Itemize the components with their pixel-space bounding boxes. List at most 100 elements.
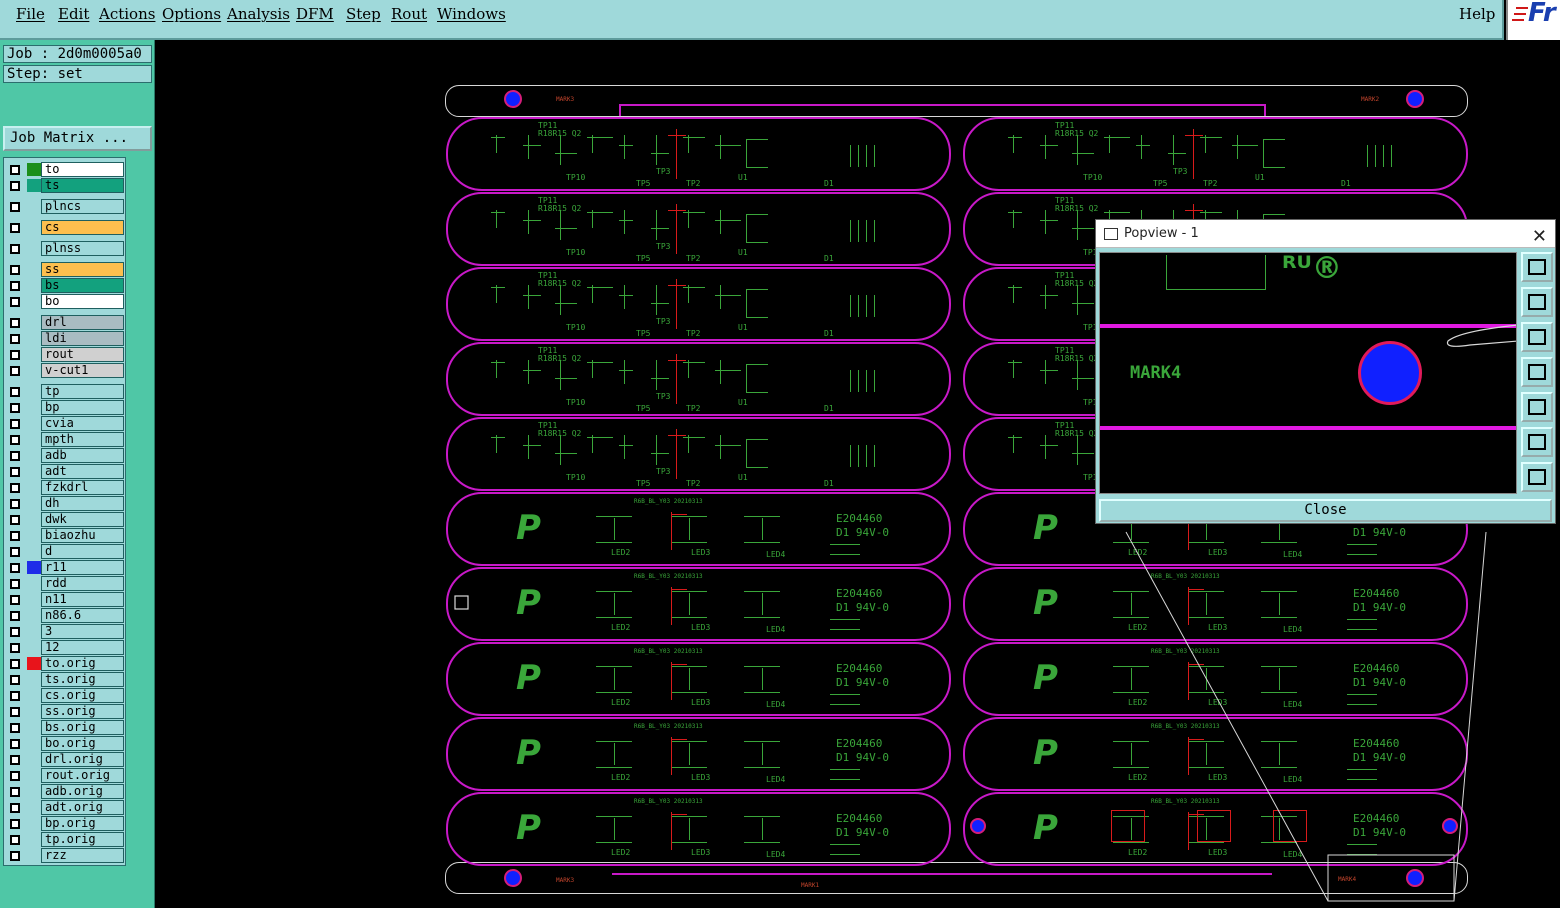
layer-row-bo-orig[interactable]: bo.orig bbox=[4, 736, 127, 751]
menu-help[interactable]: Help bbox=[1459, 5, 1495, 23]
layer-checkbox[interactable] bbox=[10, 595, 20, 605]
layer-row-ss-orig[interactable]: ss.orig bbox=[4, 704, 127, 719]
layer-row-plncs[interactable]: plncs bbox=[4, 199, 127, 214]
layer-row-to-orig[interactable]: to.orig bbox=[4, 656, 127, 671]
layer-name[interactable]: bs bbox=[41, 278, 124, 293]
layer-name[interactable]: adt.orig bbox=[41, 800, 124, 815]
layer-name[interactable]: 12 bbox=[41, 640, 124, 655]
layer-checkbox[interactable] bbox=[10, 165, 20, 175]
layer-checkbox[interactable] bbox=[10, 531, 20, 541]
menu-options[interactable]: Options bbox=[162, 5, 221, 23]
layer-checkbox[interactable] bbox=[10, 547, 20, 557]
layer-name[interactable]: n11 bbox=[41, 592, 124, 607]
layer-checkbox[interactable] bbox=[10, 563, 20, 573]
layer-row-cs[interactable]: cs bbox=[4, 220, 127, 235]
layer-name[interactable]: rzz bbox=[41, 848, 124, 863]
layer-row-rout-orig[interactable]: rout.orig bbox=[4, 768, 127, 783]
layer-row-rdd[interactable]: rdd bbox=[4, 576, 127, 591]
layer-name[interactable]: plnss bbox=[41, 241, 124, 256]
layer-name[interactable]: ss.orig bbox=[41, 704, 124, 719]
layer-checkbox[interactable] bbox=[10, 297, 20, 307]
layer-row-dh[interactable]: dh bbox=[4, 496, 127, 511]
layer-name[interactable]: bp.orig bbox=[41, 816, 124, 831]
layer-checkbox[interactable] bbox=[10, 739, 20, 749]
layer-checkbox[interactable] bbox=[10, 366, 20, 376]
layer-name[interactable]: bp bbox=[41, 400, 124, 415]
layer-row-ss[interactable]: ss bbox=[4, 262, 127, 277]
layer-row-ldi[interactable]: ldi bbox=[4, 331, 127, 346]
layer-name[interactable]: d bbox=[41, 544, 124, 559]
zoom-out-button[interactable] bbox=[1521, 462, 1553, 492]
layer-row-fzkdrl[interactable]: fzkdrl bbox=[4, 480, 127, 495]
layer-name[interactable]: v-cut1 bbox=[41, 363, 124, 378]
layer-name[interactable]: to bbox=[41, 162, 124, 177]
layer-name[interactable]: cs.orig bbox=[41, 688, 124, 703]
close-button[interactable]: Close bbox=[1099, 499, 1552, 522]
layer-row-12[interactable]: 12 bbox=[4, 640, 127, 655]
layer-name[interactable]: ldi bbox=[41, 331, 124, 346]
zoom-in-button[interactable] bbox=[1521, 427, 1553, 457]
menu-step[interactable]: Step bbox=[346, 5, 381, 23]
layer-row-n11[interactable]: n11 bbox=[4, 592, 127, 607]
layer-checkbox[interactable] bbox=[10, 244, 20, 254]
layer-checkbox[interactable] bbox=[10, 499, 20, 509]
layer-row-tp[interactable]: tp bbox=[4, 384, 127, 399]
layer-name[interactable]: adb.orig bbox=[41, 784, 124, 799]
layer-row-rout[interactable]: rout bbox=[4, 347, 127, 362]
layer-row-drl[interactable]: drl bbox=[4, 315, 127, 330]
layer-checkbox[interactable] bbox=[10, 707, 20, 717]
layer-row-to[interactable]: to bbox=[4, 162, 127, 177]
layer-checkbox[interactable] bbox=[10, 579, 20, 589]
layer-checkbox[interactable] bbox=[10, 281, 20, 291]
job-matrix-button[interactable]: Job Matrix ... bbox=[3, 126, 152, 151]
layer-row-bp-orig[interactable]: bp.orig bbox=[4, 816, 127, 831]
layer-name[interactable]: cs bbox=[41, 220, 124, 235]
layer-checkbox[interactable] bbox=[10, 483, 20, 493]
layer-name[interactable]: bo.orig bbox=[41, 736, 124, 751]
layer-name[interactable]: fzkdrl bbox=[41, 480, 124, 495]
layer-row-adb[interactable]: adb bbox=[4, 448, 127, 463]
layer-checkbox[interactable] bbox=[10, 851, 20, 861]
layer-name[interactable]: adt bbox=[41, 464, 124, 479]
menu-analysis[interactable]: Analysis bbox=[227, 5, 290, 23]
layer-checkbox[interactable] bbox=[10, 819, 20, 829]
layer-row-bs-orig[interactable]: bs.orig bbox=[4, 720, 127, 735]
menu-rout[interactable]: Rout bbox=[391, 5, 427, 23]
layer-checkbox[interactable] bbox=[10, 675, 20, 685]
layer-name[interactable]: ts bbox=[41, 178, 124, 193]
layer-checkbox[interactable] bbox=[10, 659, 20, 669]
layer-row-d[interactable]: d bbox=[4, 544, 127, 559]
layer-checkbox[interactable] bbox=[10, 515, 20, 525]
layer-checkbox[interactable] bbox=[10, 403, 20, 413]
layer-row-rzz[interactable]: rzz bbox=[4, 848, 127, 863]
layer-checkbox[interactable] bbox=[10, 435, 20, 445]
menu-windows[interactable]: Windows bbox=[437, 5, 506, 23]
layer-checkbox[interactable] bbox=[10, 451, 20, 461]
layer-row-ts-orig[interactable]: ts.orig bbox=[4, 672, 127, 687]
layer-row-cs-orig[interactable]: cs.orig bbox=[4, 688, 127, 703]
layer-checkbox[interactable] bbox=[10, 771, 20, 781]
layer-name[interactable]: n86.6 bbox=[41, 608, 124, 623]
layer-row-n86-6[interactable]: n86.6 bbox=[4, 608, 127, 623]
layer-checkbox[interactable] bbox=[10, 691, 20, 701]
layer-name[interactable]: dwk bbox=[41, 512, 124, 527]
layer-name[interactable]: to.orig bbox=[41, 656, 124, 671]
layer-row-ts[interactable]: ts bbox=[4, 178, 127, 193]
layer-checkbox[interactable] bbox=[10, 723, 20, 733]
pan-down-button[interactable] bbox=[1521, 322, 1553, 352]
layer-name[interactable]: drl bbox=[41, 315, 124, 330]
menu-file[interactable]: File bbox=[16, 5, 45, 23]
layer-checkbox[interactable] bbox=[10, 627, 20, 637]
layer-row-plnss[interactable]: plnss bbox=[4, 241, 127, 256]
layer-row-v-cut1[interactable]: v-cut1 bbox=[4, 363, 127, 378]
layer-checkbox[interactable] bbox=[10, 467, 20, 477]
menu-actions[interactable]: Actions bbox=[99, 5, 155, 23]
layer-row-cvia[interactable]: cvia bbox=[4, 416, 127, 431]
layer-name[interactable]: dh bbox=[41, 496, 124, 511]
layer-name[interactable]: 3 bbox=[41, 624, 124, 639]
layer-checkbox[interactable] bbox=[10, 643, 20, 653]
layer-row-dwk[interactable]: dwk bbox=[4, 512, 127, 527]
layer-checkbox[interactable] bbox=[10, 350, 20, 360]
layer-row-r11[interactable]: r11 bbox=[4, 560, 127, 575]
layer-name[interactable]: bs.orig bbox=[41, 720, 124, 735]
